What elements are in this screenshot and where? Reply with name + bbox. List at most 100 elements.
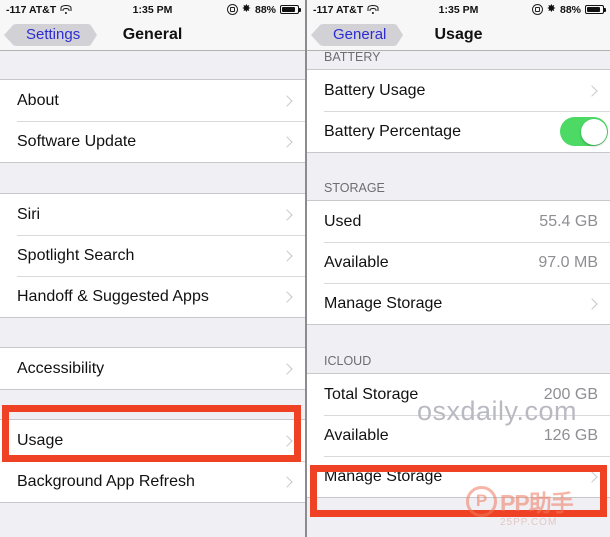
row-accessory: [281, 208, 293, 221]
row-accessory: 55.4 GB: [539, 213, 598, 231]
row-label: Used: [324, 212, 362, 230]
row-label: Handoff & Suggested Apps: [17, 287, 209, 305]
back-button-label: Settings: [26, 26, 81, 43]
row-label: Battery Usage: [324, 81, 426, 99]
group-icloud: Total Storage 200 GB Available 126 GB Ma…: [307, 373, 610, 498]
group-storage: Used 55.4 GB Available 97.0 MB Manage St…: [307, 200, 610, 325]
battery-percent-label: 88%: [559, 3, 581, 16]
back-button-general[interactable]: General: [310, 23, 404, 46]
row-handoff-suggested-apps[interactable]: Handoff & Suggested Apps: [0, 276, 305, 317]
row-storage-available: Available 97.0 MB: [307, 242, 610, 283]
rotation-lock-icon: [226, 4, 238, 15]
row-icloud-available: Available 126 GB: [307, 415, 610, 456]
row-label: Spotlight Search: [17, 246, 135, 264]
row-label: About: [17, 91, 59, 109]
row-icloud-manage-storage[interactable]: Manage Storage: [307, 456, 610, 497]
row-battery-usage[interactable]: Battery Usage: [307, 70, 610, 111]
section-gap-2: [307, 325, 610, 354]
row-accessory: [281, 94, 293, 107]
group-usage: Usage Background App Refresh: [0, 419, 305, 503]
section-header-battery: BATTERY: [307, 50, 610, 69]
chevron-right-icon: [586, 84, 598, 97]
row-label: Background App Refresh: [17, 472, 195, 490]
nav-bar-left: Settings General: [0, 19, 305, 51]
row-spotlight-search[interactable]: Spotlight Search: [0, 235, 305, 276]
chevron-right-icon: [586, 470, 598, 483]
row-icloud-total-storage: Total Storage 200 GB: [307, 374, 610, 415]
row-accessory: 97.0 MB: [538, 254, 598, 272]
bluetooth-icon: ✸: [241, 3, 251, 15]
row-label: Total Storage: [324, 385, 419, 403]
battery-icon: [280, 5, 301, 14]
row-software-update[interactable]: Software Update: [0, 121, 305, 162]
group-gap-2: [0, 318, 305, 347]
group-about: About Software Update: [0, 79, 305, 163]
screenshot-root: -117 AT&T 1:35 PM ✸ 88% Settings General: [0, 0, 610, 537]
section-gap-1: [307, 153, 610, 181]
row-storage-manage-storage[interactable]: Manage Storage: [307, 283, 610, 324]
row-label: Available: [324, 253, 389, 271]
row-accessory: [586, 470, 598, 483]
group-gap-3: [0, 390, 305, 419]
row-label: Siri: [17, 205, 41, 223]
row-label: Manage Storage: [324, 467, 443, 485]
row-siri[interactable]: Siri: [0, 194, 305, 235]
chevron-right-icon: [281, 208, 293, 221]
group-accessibility: Accessibility: [0, 347, 305, 390]
row-label: Available: [324, 426, 389, 444]
chevron-right-icon: [281, 475, 293, 488]
status-bar-right: -117 AT&T 1:35 PM ✸ 88%: [307, 0, 610, 19]
row-storage-used: Used 55.4 GB: [307, 201, 610, 242]
chevron-right-icon: [281, 362, 293, 375]
row-value: 97.0 MB: [538, 253, 598, 271]
row-label: Usage: [17, 431, 64, 449]
right-phone-screen: -117 AT&T 1:35 PM ✸ 88% General Usage BA…: [305, 0, 610, 537]
chevron-right-icon: [281, 434, 293, 447]
group-siri: Siri Spotlight Search Handoff & Suggeste…: [0, 193, 305, 318]
row-accessory: [281, 290, 293, 303]
toggle-knob: [580, 118, 607, 145]
status-bar-right-group: ✸ 88%: [531, 3, 606, 16]
bluetooth-icon: ✸: [546, 3, 556, 15]
row-accessory: [586, 84, 598, 97]
status-bar-left: -117 AT&T 1:35 PM ✸ 88%: [0, 0, 305, 19]
row-value: 126 GB: [543, 426, 598, 444]
row-accessory: [281, 475, 293, 488]
row-about[interactable]: About: [0, 80, 305, 121]
row-usage[interactable]: Usage: [0, 420, 305, 461]
row-accessory: [281, 434, 293, 447]
chevron-right-icon: [586, 297, 598, 310]
chevron-right-icon: [281, 290, 293, 303]
usage-list-right: BATTERY Battery Usage Battery Percentage…: [307, 50, 610, 537]
group-gap-1: [0, 163, 305, 193]
back-button-settings[interactable]: Settings: [3, 23, 98, 46]
row-label: Battery Percentage: [324, 122, 461, 140]
row-label: Accessibility: [17, 359, 105, 377]
nav-bar-right: General Usage: [307, 19, 610, 51]
list-top-spacer: [0, 51, 305, 79]
rotation-lock-icon: [531, 4, 543, 15]
row-value: 55.4 GB: [539, 212, 598, 230]
row-accessibility[interactable]: Accessibility: [0, 348, 305, 389]
chevron-right-icon: [281, 249, 293, 262]
settings-list-left: About Software Update Siri Spotlight Sea…: [0, 51, 305, 537]
row-value: 200 GB: [543, 385, 598, 403]
row-accessory: [560, 117, 608, 146]
row-accessory: 200 GB: [544, 386, 598, 404]
row-accessory: [281, 135, 293, 148]
battery-icon: [585, 5, 606, 14]
row-label: Manage Storage: [324, 294, 443, 312]
row-label: Software Update: [17, 132, 137, 150]
battery-percent-label: 88%: [254, 3, 276, 16]
back-button-label: General: [333, 26, 387, 43]
section-header-storage: STORAGE: [307, 181, 610, 200]
section-header-icloud: ICLOUD: [307, 354, 610, 373]
chevron-right-icon: [281, 135, 293, 148]
row-accessory: 126 GB: [544, 427, 598, 445]
chevron-right-icon: [281, 94, 293, 107]
row-accessory: [281, 249, 293, 262]
row-battery-percentage[interactable]: Battery Percentage: [307, 111, 610, 152]
row-background-app-refresh[interactable]: Background App Refresh: [0, 461, 305, 502]
group-battery: Battery Usage Battery Percentage: [307, 69, 610, 153]
battery-percentage-toggle[interactable]: [560, 117, 608, 146]
